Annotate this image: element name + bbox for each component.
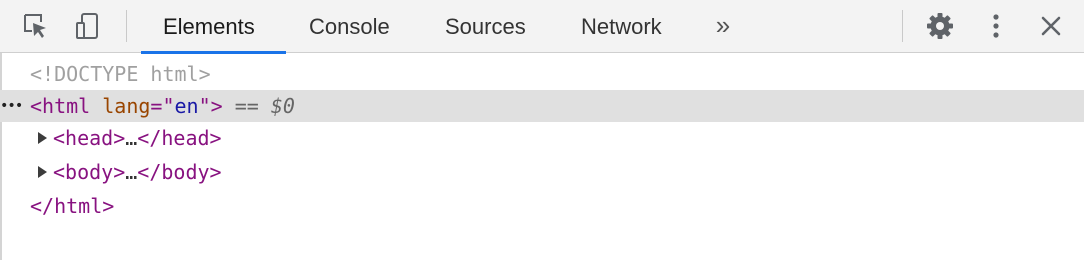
attr-close: "> xyxy=(198,94,223,118)
html-close-line[interactable]: </html> xyxy=(0,190,1084,222)
tab-label: Console xyxy=(309,14,390,39)
body-open-tag: <body> xyxy=(53,160,126,184)
device-toolbar-icon[interactable] xyxy=(70,8,106,44)
head-element-line[interactable]: <head>…</head> xyxy=(0,122,1084,154)
node-actions-dots-icon[interactable]: ••• xyxy=(0,90,30,122)
toolbar-separator xyxy=(902,10,903,42)
attr-name: lang xyxy=(102,94,151,118)
selected-marker: == xyxy=(222,94,271,118)
attr-value: en xyxy=(174,94,199,118)
attr-eq: =" xyxy=(150,94,175,118)
more-tabs-chevron-icon[interactable]: » xyxy=(708,0,738,53)
head-open-tag: <head> xyxy=(53,126,126,150)
tab-network[interactable]: Network xyxy=(559,0,684,53)
body-element-line[interactable]: <body>…</body> xyxy=(0,156,1084,188)
head-close-tag: </head> xyxy=(137,126,222,150)
collapsed-ellipsis[interactable]: … xyxy=(125,160,137,184)
inspect-element-icon[interactable] xyxy=(18,8,54,44)
html-element-line[interactable]: ••• <html lang="en"> == $0 xyxy=(0,90,1084,122)
toolbar-separator xyxy=(126,10,127,42)
tab-label: Elements xyxy=(163,14,255,39)
expand-triangle-icon[interactable] xyxy=(38,131,47,144)
gear-icon[interactable] xyxy=(922,8,958,44)
tab-label: Network xyxy=(581,14,662,39)
tab-sources[interactable]: Sources xyxy=(423,0,548,53)
html-open-tag: <html xyxy=(30,94,103,118)
devtools-toolbar: Elements Console Sources Network » xyxy=(0,0,1084,54)
close-icon[interactable] xyxy=(1033,8,1069,44)
tab-label: Sources xyxy=(445,14,526,39)
dollar-ref: $0 xyxy=(270,94,295,118)
doctype-text: <!DOCTYPE html> xyxy=(30,62,211,86)
collapsed-ellipsis[interactable]: … xyxy=(125,126,137,150)
tab-elements[interactable]: Elements xyxy=(141,0,286,54)
expand-triangle-icon[interactable] xyxy=(38,165,47,178)
doctype-line[interactable]: <!DOCTYPE html> xyxy=(0,58,1084,90)
html-close-tag: </html> xyxy=(30,194,115,218)
dom-tree: <!DOCTYPE html> ••• <html lang="en"> == $… xyxy=(0,54,1084,260)
kebab-menu-icon[interactable] xyxy=(978,8,1014,44)
tab-console[interactable]: Console xyxy=(287,0,412,53)
body-close-tag: </body> xyxy=(137,160,222,184)
